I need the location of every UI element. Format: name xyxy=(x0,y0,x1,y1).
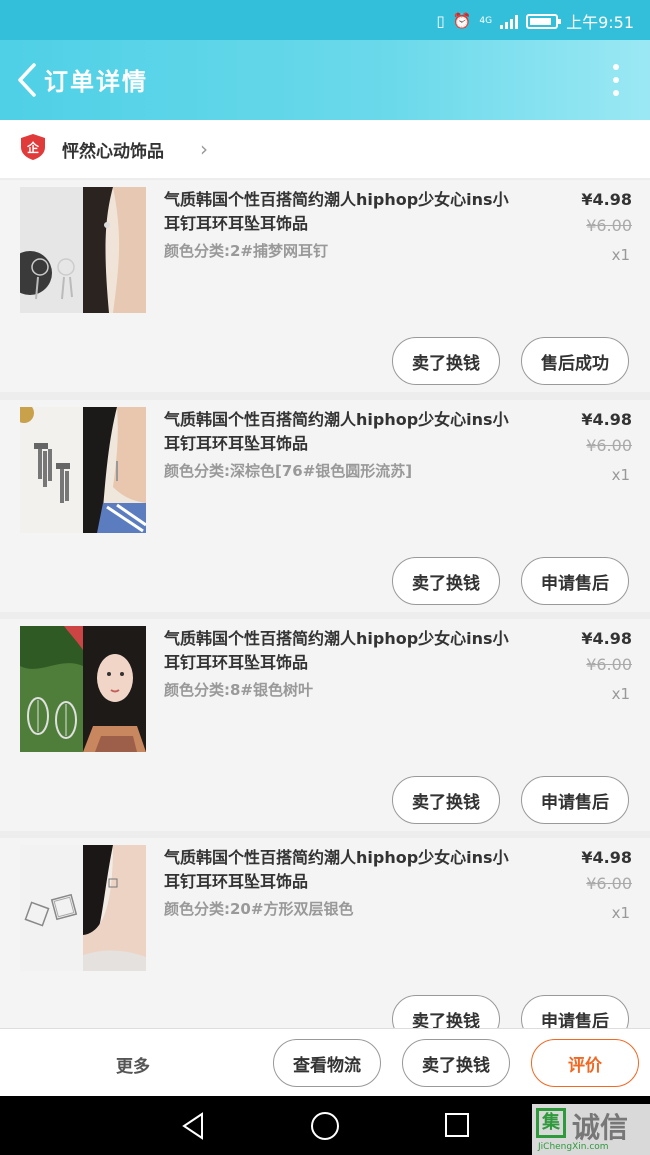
view-logistics-button[interactable]: 查看物流 xyxy=(273,1039,381,1087)
status-bar: ▯ ⏰ 4G 上午9:51 xyxy=(0,0,650,40)
chevron-right-icon: › xyxy=(200,137,208,161)
product-price: ¥4.98 xyxy=(581,848,632,867)
svg-text:企: 企 xyxy=(26,140,40,155)
sell-button[interactable]: 卖了换钱 xyxy=(392,337,500,385)
order-items-list: 气质韩国个性百搭简约潮人hiphop少女心ins小耳钉耳环耳坠耳饰品 颜色分类:… xyxy=(0,180,650,1028)
review-button[interactable]: 评价 xyxy=(531,1039,639,1087)
watermark-box: 集 xyxy=(536,1108,566,1138)
shop-logo-icon: 企 xyxy=(21,134,45,160)
order-item: 气质韩国个性百搭简约潮人hiphop少女心ins小耳钉耳环耳坠耳饰品 颜色分类:… xyxy=(0,180,650,392)
vibrate-icon: ▯ xyxy=(436,12,445,30)
nav-recents-icon[interactable] xyxy=(445,1113,469,1137)
order-action-bar: 更多 查看物流 卖了换钱 评价 xyxy=(0,1028,650,1096)
product-title[interactable]: 气质韩国个性百搭简约潮人hiphop少女心ins小耳钉耳环耳坠耳饰品 xyxy=(164,846,524,894)
product-image[interactable] xyxy=(20,845,146,971)
signal-icon xyxy=(500,14,519,29)
product-quantity: x1 xyxy=(611,466,630,484)
product-quantity: x1 xyxy=(611,246,630,264)
app-bar: 订单详情 xyxy=(0,40,650,120)
product-original-price: ¥6.00 xyxy=(586,874,632,893)
back-icon[interactable] xyxy=(14,62,42,98)
product-quantity: x1 xyxy=(611,904,630,922)
watermark-url: JiChengXin.com xyxy=(538,1142,609,1152)
product-title[interactable]: 气质韩国个性百搭简约潮人hiphop少女心ins小耳钉耳环耳坠耳饰品 xyxy=(164,627,524,675)
order-item: 气质韩国个性百搭简约潮人hiphop少女心ins小耳钉耳环耳坠耳饰品 颜色分类:… xyxy=(0,619,650,831)
product-variant: 颜色分类:2#捕梦网耳钉 xyxy=(164,242,329,260)
product-title[interactable]: 气质韩国个性百搭简约潮人hiphop少女心ins小耳钉耳环耳坠耳饰品 xyxy=(164,188,524,236)
shop-name: 怦然心动饰品 xyxy=(62,142,164,162)
more-menu-icon[interactable] xyxy=(612,64,620,96)
product-variant: 颜色分类:8#银色树叶 xyxy=(164,681,314,699)
product-image[interactable] xyxy=(20,187,146,313)
network-type: 4G xyxy=(479,16,493,26)
product-price: ¥4.98 xyxy=(581,410,632,429)
product-image[interactable] xyxy=(20,626,146,752)
shop-row[interactable]: 企 怦然心动饰品 › xyxy=(0,120,650,178)
watermark-text: 诚信 xyxy=(572,1111,629,1144)
sell-button[interactable]: 卖了换钱 xyxy=(392,995,500,1028)
product-original-price: ¥6.00 xyxy=(586,216,632,235)
product-title[interactable]: 气质韩国个性百搭简约潮人hiphop少女心ins小耳钉耳环耳坠耳饰品 xyxy=(164,408,524,456)
order-item: 气质韩国个性百搭简约潮人hiphop少女心ins小耳钉耳环耳坠耳饰品 颜色分类:… xyxy=(0,838,650,1028)
alarm-icon: ⏰ xyxy=(452,12,472,30)
sell-button[interactable]: 卖了换钱 xyxy=(392,557,500,605)
product-variant: 颜色分类:20#方形双层银色 xyxy=(164,900,354,918)
sell-button[interactable]: 卖了换钱 xyxy=(392,776,500,824)
battery-icon xyxy=(526,13,562,29)
after-sale-button[interactable]: 售后成功 xyxy=(521,337,629,385)
after-sale-button[interactable]: 申请售后 xyxy=(521,557,629,605)
watermark-logo: 集 诚信 JiChengXin.com xyxy=(532,1104,650,1155)
more-button[interactable]: 更多 xyxy=(116,1052,150,1077)
after-sale-button[interactable]: 申请售后 xyxy=(521,995,629,1028)
status-time: 上午9:51 xyxy=(566,13,634,32)
product-variant: 颜色分类:深棕色[76#银色圆形流苏] xyxy=(164,462,413,480)
order-item: 气质韩国个性百搭简约潮人hiphop少女心ins小耳钉耳环耳坠耳饰品 颜色分类:… xyxy=(0,400,650,612)
after-sale-button[interactable]: 申请售后 xyxy=(521,776,629,824)
product-price: ¥4.98 xyxy=(581,190,632,209)
product-original-price: ¥6.00 xyxy=(586,655,632,674)
product-original-price: ¥6.00 xyxy=(586,436,632,455)
product-price: ¥4.98 xyxy=(581,629,632,648)
product-quantity: x1 xyxy=(611,685,630,703)
page-title: 订单详情 xyxy=(44,68,148,96)
nav-back-icon[interactable] xyxy=(180,1112,206,1140)
nav-home-icon[interactable] xyxy=(311,1112,339,1140)
product-image[interactable] xyxy=(20,407,146,533)
sell-order-button[interactable]: 卖了换钱 xyxy=(402,1039,510,1087)
